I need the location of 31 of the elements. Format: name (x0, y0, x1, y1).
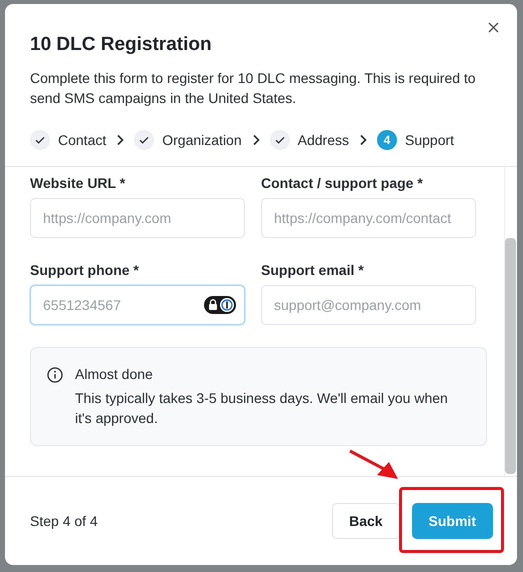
field-label: Support email * (261, 262, 365, 278)
info-icon (47, 367, 63, 383)
dialog-description: Complete this form to register for 10 DLC messaging. This is required to send SMS campaigns in the United States. (30, 69, 477, 108)
check-icon (138, 134, 150, 146)
notice-title: Almost done (75, 366, 154, 382)
step-counter: Step 4 of 4 (30, 513, 99, 529)
close-button[interactable] (486, 20, 501, 35)
annotation-arrow (348, 449, 400, 481)
scrollbar-thumb[interactable] (505, 238, 516, 474)
chevron-right-icon (359, 134, 367, 146)
check-icon (34, 134, 46, 146)
back-button[interactable]: Back (332, 503, 400, 539)
field-label: Support phone * (30, 262, 140, 278)
step-label: Organization (162, 132, 242, 148)
step-label: Contact (58, 132, 106, 148)
chevron-right-icon (252, 134, 260, 146)
check-icon (274, 134, 286, 146)
step-number-badge: 4 (377, 130, 397, 150)
close-icon (488, 22, 499, 33)
notice-text: This typically takes 3-5 business days. We'll email you when it's approved. (75, 389, 449, 428)
chevron-right-icon (116, 134, 124, 146)
text-field[interactable]: https://company.com (30, 198, 245, 238)
scrollbar[interactable] (504, 167, 517, 476)
field-label: Website URL * (30, 175, 126, 191)
step-label: Address (298, 132, 349, 148)
text-field[interactable]: support@company.com (261, 285, 476, 325)
text-field[interactable]: 6551234567 (30, 285, 245, 325)
text-field[interactable]: https://company.com/contact (261, 198, 476, 238)
dialog-title: 10 DLC Registration (30, 34, 213, 56)
step-label: Support (405, 132, 454, 148)
field-label: Contact / support page * (261, 175, 424, 191)
